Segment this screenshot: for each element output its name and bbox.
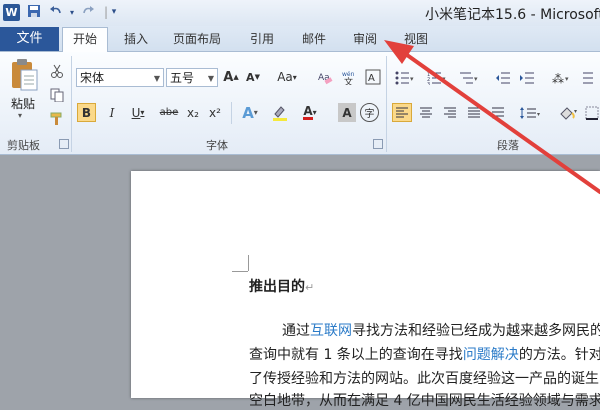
svg-text:wén: wén: [342, 71, 355, 78]
window-title: 小米笔记本15.6 - Microsoft W: [425, 7, 600, 23]
save-icon[interactable]: [26, 4, 42, 21]
undo-dropdown-icon[interactable]: ▾: [64, 4, 80, 21]
shrink-font-button[interactable]: A ▼: [244, 66, 262, 88]
clear-formatting-icon[interactable]: Aa: [316, 66, 334, 88]
font-name-value: 宋体: [80, 71, 105, 85]
paste-dropdown-icon[interactable]: ▾: [18, 111, 22, 120]
margin-corner-mark: [248, 255, 249, 271]
margin-corner-mark: [232, 271, 248, 272]
character-shading-button[interactable]: A: [338, 103, 356, 122]
document-line[interactable]: 查询中就有 1 条以上的查询在寻找问题解决的方法。针对: [249, 344, 600, 364]
paste-icon[interactable]: [9, 58, 39, 92]
document-line[interactable]: 了传授经验和方法的网站。此次百度经验这一产品的诞生，: [249, 368, 600, 388]
word-logo-icon[interactable]: W: [3, 4, 20, 21]
font-color-button[interactable]: A ▾: [298, 103, 322, 122]
tab-file[interactable]: 文件: [0, 27, 59, 51]
clipboard-group-label: 剪贴板: [7, 139, 40, 152]
clipboard-launcher-icon[interactable]: [59, 139, 69, 149]
highlight-button[interactable]: [268, 103, 292, 122]
font-name-combo[interactable]: 宋体 ▼: [76, 68, 164, 87]
redo-icon[interactable]: [80, 4, 96, 21]
cut-icon[interactable]: [48, 62, 66, 80]
grow-font-button[interactable]: A ▲: [222, 66, 240, 88]
document-heading[interactable]: 推出目的↵: [249, 276, 314, 296]
italic-button[interactable]: I: [103, 103, 121, 122]
link-problem-solving[interactable]: 问题解决: [463, 347, 519, 363]
underline-button[interactable]: U ▾: [126, 103, 150, 122]
font-size-dropdown-icon[interactable]: ▼: [208, 69, 214, 88]
paragraph-mark-icon: ↵: [305, 281, 315, 294]
tab-mailings[interactable]: 邮件: [292, 28, 336, 50]
text-effects-button[interactable]: A ▾: [238, 103, 262, 122]
subscript-button[interactable]: x₂: [184, 103, 202, 122]
font-size-combo[interactable]: 五号 ▼: [166, 68, 218, 87]
change-case-button[interactable]: Aa ▾: [274, 66, 300, 88]
svg-text:文: 文: [344, 76, 353, 85]
strikethrough-button[interactable]: abe: [158, 103, 180, 122]
link-internet[interactable]: 互联网: [310, 323, 352, 339]
annotation-arrow: [384, 40, 600, 194]
tab-insert[interactable]: 插入: [114, 28, 158, 50]
customize-qat-icon[interactable]: ▾: [106, 4, 122, 21]
document-line[interactable]: 通过互联网寻找方法和经验已经成为越来越多网民的: [249, 320, 600, 340]
font-name-dropdown-icon[interactable]: ▼: [154, 69, 160, 88]
group-separator: [71, 56, 72, 152]
tab-home[interactable]: 开始: [62, 27, 108, 52]
document-line[interactable]: 空白地带，从而在满足 4 亿中国网民生活经验领域与需求: [249, 390, 600, 410]
font-size-value: 五号: [170, 71, 195, 85]
format-painter-icon[interactable]: [48, 110, 66, 128]
paste-label[interactable]: 粘贴: [11, 95, 35, 112]
tab-references[interactable]: 引用: [240, 28, 284, 50]
tab-page-layout[interactable]: 页面布局: [166, 28, 228, 50]
bold-button[interactable]: B: [77, 103, 96, 122]
undo-icon[interactable]: [48, 4, 64, 21]
phonetic-guide-icon[interactable]: wén 文: [340, 66, 360, 88]
font-group-label: 字体: [206, 139, 228, 152]
font-row-separator: [231, 102, 232, 124]
superscript-button[interactable]: x²: [206, 103, 224, 122]
copy-icon[interactable]: [48, 86, 66, 104]
